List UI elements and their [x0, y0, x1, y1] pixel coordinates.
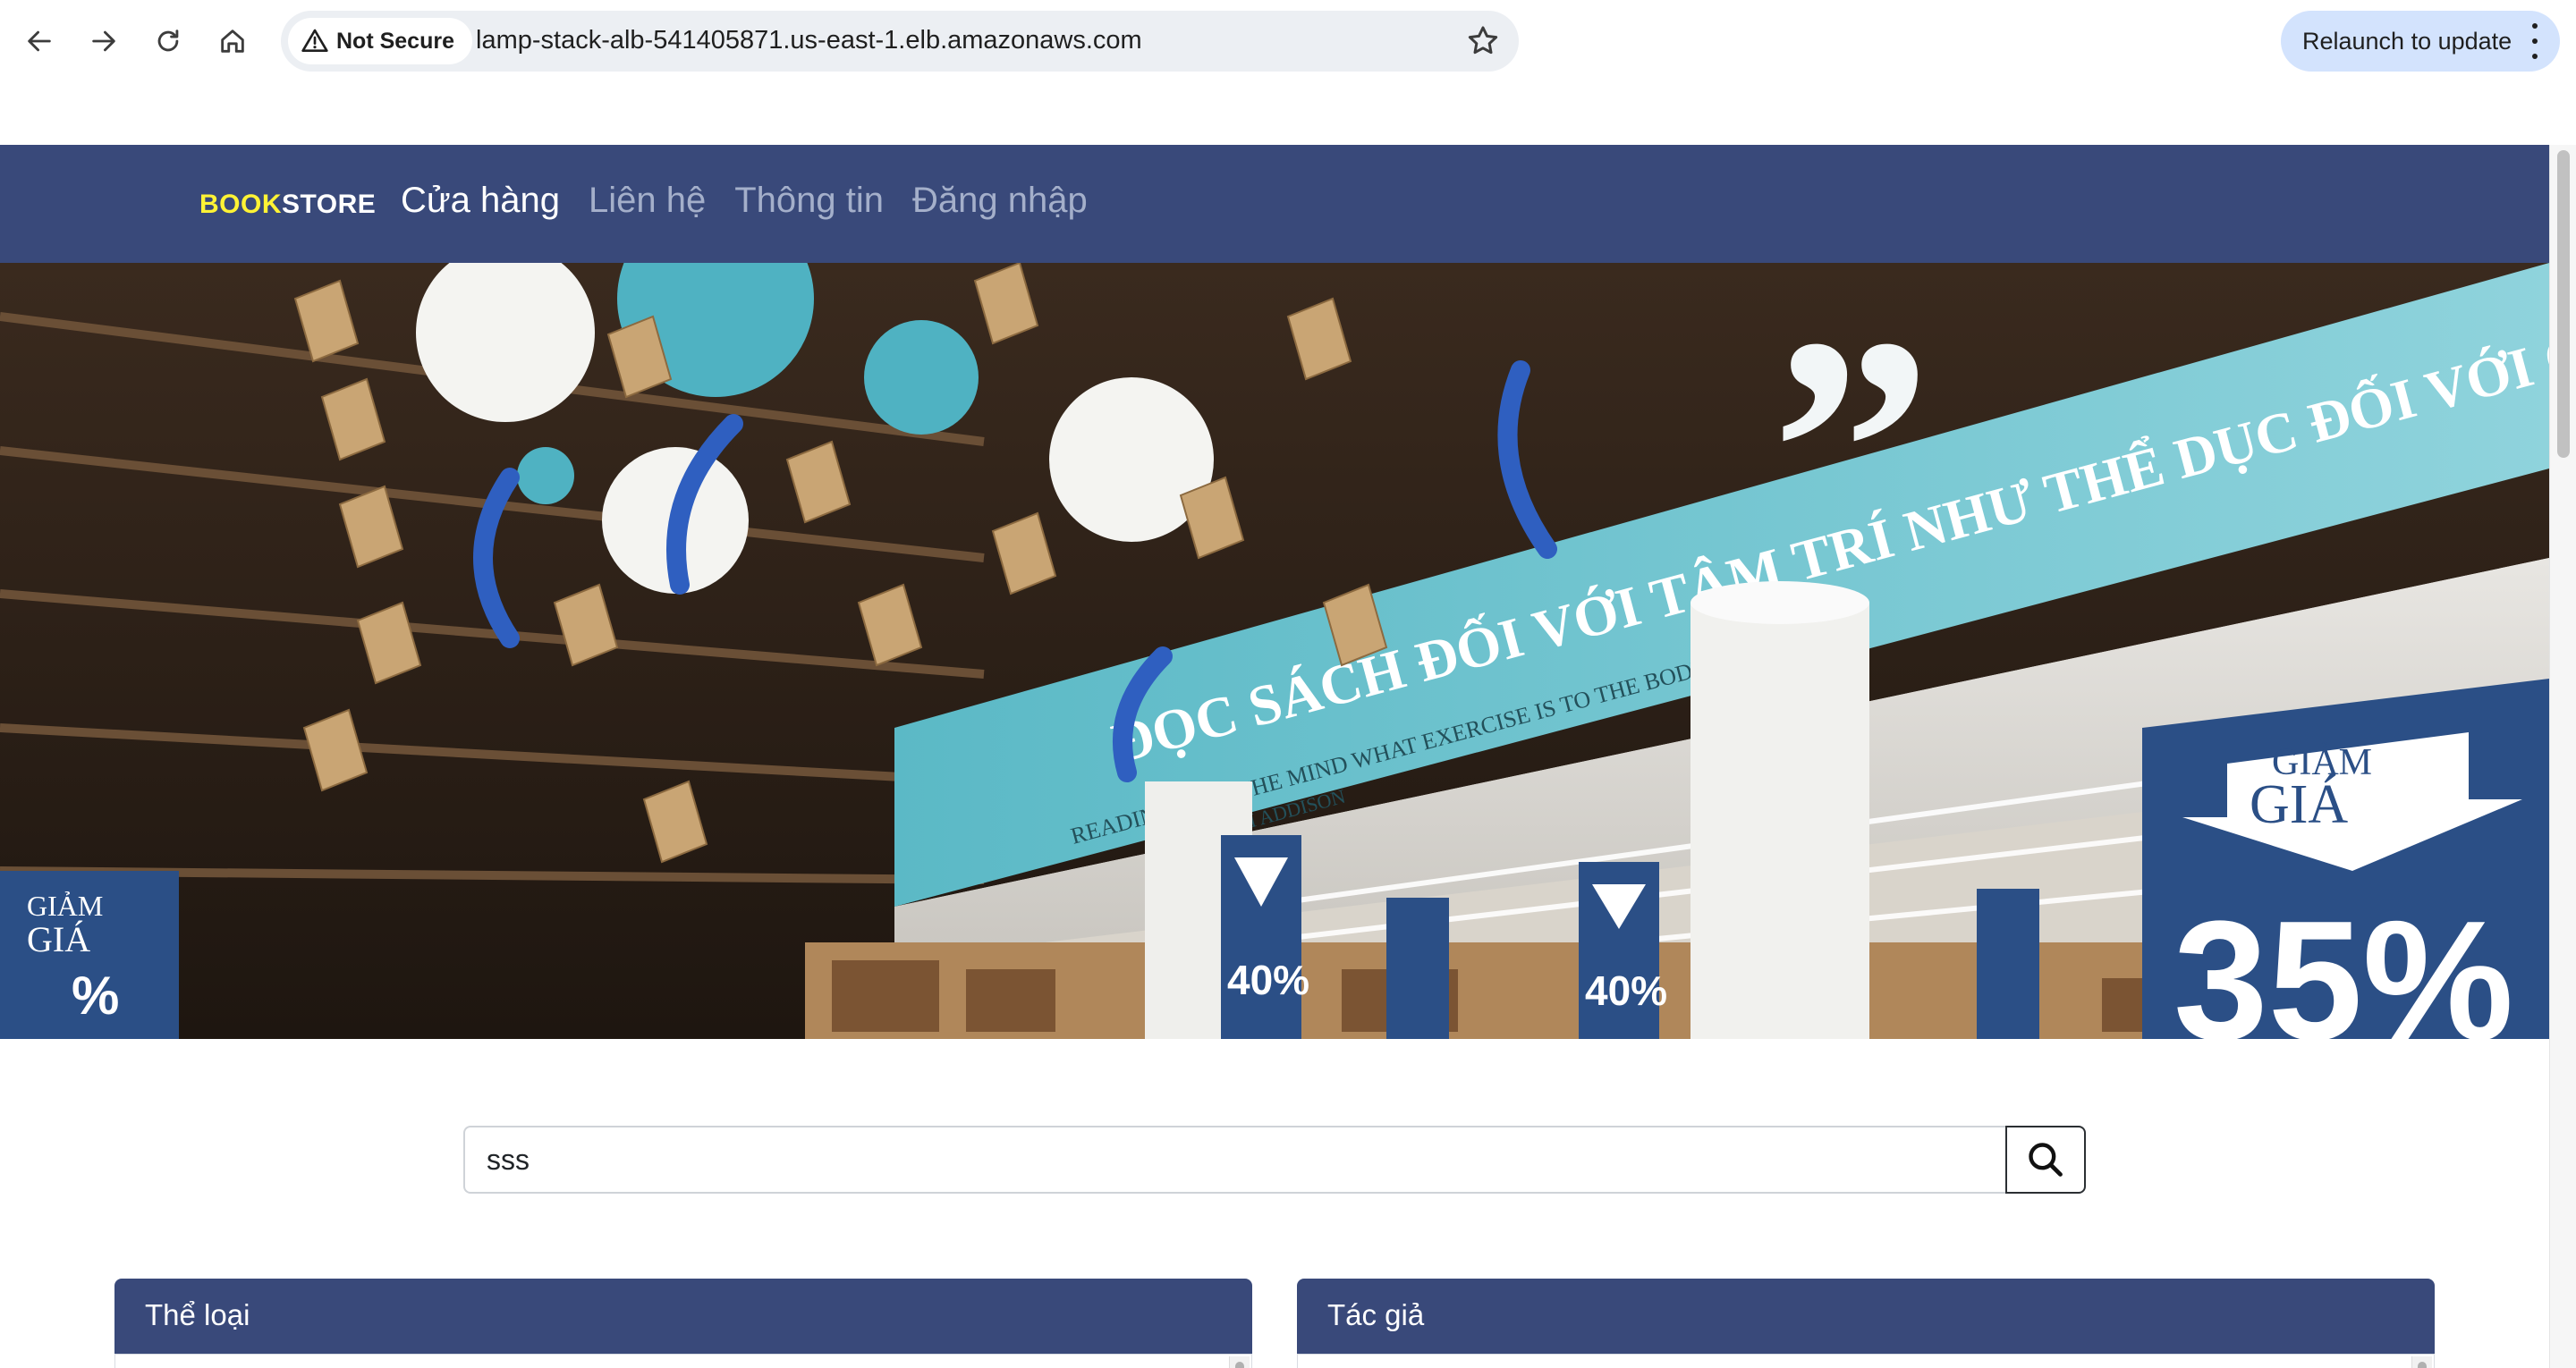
home-icon	[221, 30, 244, 53]
page-scrollbar[interactable]	[2549, 145, 2576, 1368]
sale-word-gia: GIÁ	[2250, 774, 2348, 835]
warning-icon	[301, 29, 328, 52]
nav-item-login[interactable]: Đăng nhập	[912, 181, 1088, 221]
more-menu-icon[interactable]	[2529, 23, 2540, 59]
nav-menu: Cửa hàng Liên hệ Thông tin Đăng nhập	[401, 181, 1088, 221]
back-button[interactable]	[18, 20, 61, 63]
svg-text:%: %	[72, 966, 119, 1026]
reload-icon	[157, 30, 179, 52]
nav-item-shop[interactable]: Cửa hàng	[401, 181, 560, 221]
brand-part2: STORE	[282, 190, 377, 219]
authors-title: Tác giả	[1327, 1298, 1425, 1331]
categories-list[interactable]	[114, 1354, 1252, 1368]
brand-part1: BOOK	[199, 190, 282, 219]
hero-image: ĐỌC SÁCH ĐỐI VỚI TÂM TRÍ NHƯ THỂ DỤC ĐỐI…	[0, 263, 2549, 1039]
address-bar[interactable]: Not Secure lamp-stack-alb-541405871.us-e…	[281, 11, 1519, 72]
categories-scrollbar[interactable]	[1229, 1356, 1250, 1368]
home-button[interactable]	[211, 20, 254, 63]
url-text[interactable]: lamp-stack-alb-541405871.us-east-1.elb.a…	[476, 26, 1142, 55]
security-label: Not Secure	[336, 28, 454, 54]
nav-item-info[interactable]: Thông tin	[734, 181, 884, 221]
sale-sign-35: 35%	[2174, 886, 2513, 1039]
search-input[interactable]	[463, 1126, 2005, 1194]
page-scroll-thumb[interactable]	[2557, 150, 2570, 458]
categories-panel: Thể loại	[114, 1279, 1252, 1368]
nav-item-contact[interactable]: Liên hệ	[589, 181, 706, 221]
arrow-right-icon	[92, 30, 115, 52]
reload-button[interactable]	[147, 20, 190, 63]
web-page: BOOKSTORE Cửa hàng Liên hệ Thông tin Đăn…	[0, 145, 2549, 1368]
authors-list[interactable]	[1297, 1354, 2435, 1368]
sale-sign-40-b: 40%	[1585, 967, 1667, 1014]
browser-toolbar: Not Secure lamp-stack-alb-541405871.us-e…	[0, 0, 2576, 82]
forward-button[interactable]	[82, 20, 125, 63]
site-navbar: BOOKSTORE Cửa hàng Liên hệ Thông tin Đăn…	[0, 145, 2549, 263]
svg-text:GIÁ: GIÁ	[27, 919, 90, 959]
authors-panel: Tác giả	[1297, 1279, 2435, 1368]
svg-text:GIẢM: GIẢM	[27, 890, 103, 922]
search-icon	[2029, 1143, 2063, 1177]
relaunch-button[interactable]: Relaunch to update	[2281, 11, 2560, 72]
bookmark-star-icon[interactable]	[1465, 23, 1501, 59]
search-button[interactable]	[2005, 1126, 2086, 1194]
relaunch-label: Relaunch to update	[2302, 27, 2512, 55]
brand-logo[interactable]: BOOKSTORE	[199, 190, 376, 220]
authors-scrollbar[interactable]	[2411, 1356, 2432, 1368]
categories-title: Thể loại	[145, 1298, 250, 1331]
sale-sign-40-a: 40%	[1227, 957, 1309, 1003]
security-indicator[interactable]: Not Secure	[288, 18, 472, 64]
arrow-left-icon	[28, 30, 51, 52]
search-bar	[463, 1126, 2086, 1194]
svg-text:”: ”	[1771, 271, 1932, 628]
